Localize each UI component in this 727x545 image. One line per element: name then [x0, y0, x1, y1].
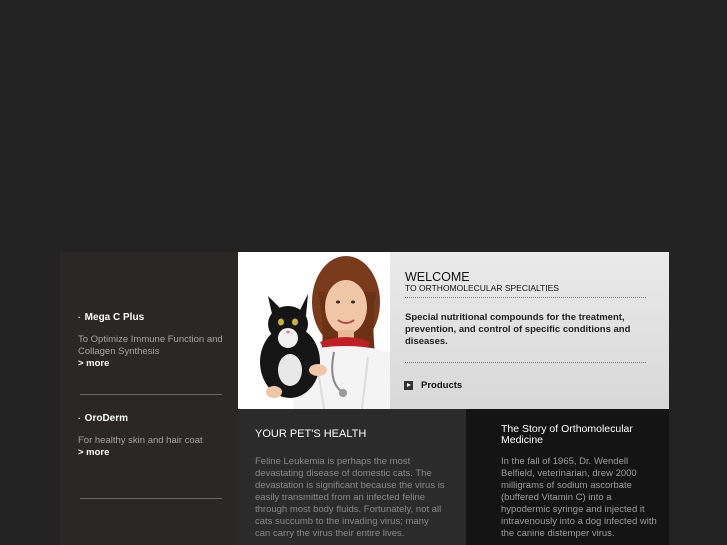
sidebar-item-description: To Optimize Immune Function and Collagen… [78, 334, 223, 357]
sidebar-item-title[interactable]: OroDerm [85, 413, 128, 424]
pets-health-section: YOUR PET'S HEALTH Feline Leukemia is per… [238, 409, 466, 545]
sidebar: · Mega C Plus To Optimize Immune Function… [60, 252, 238, 545]
sidebar-item-oroderm[interactable]: · OroDerm For healthy skin and hair coat … [78, 412, 228, 459]
products-link[interactable]: Products [404, 380, 462, 391]
section-title[interactable]: The Story of Orthomolecular Medicine [501, 424, 666, 446]
hero-photo-vet-with-cat [238, 252, 390, 409]
welcome-subtitle: TO ORTHOMOLECULAR SPECIALTIES [405, 283, 559, 293]
section-text: In the fall of 1965, Dr. Wendell Belfiel… [501, 456, 657, 539]
divider [80, 498, 222, 499]
section-text: Feline Leukemia is perhaps the most deva… [255, 456, 445, 539]
sidebar-item-title[interactable]: Mega C Plus [85, 312, 144, 323]
play-arrow-icon [404, 381, 413, 390]
sidebar-item-description: For healthy skin and hair coat [78, 435, 203, 446]
more-link[interactable]: > more [78, 358, 228, 370]
bullet-icon: · [78, 313, 81, 322]
products-label[interactable]: Products [421, 380, 462, 391]
bullet-icon: · [78, 414, 81, 423]
vet-cat-illustration [238, 252, 390, 409]
dotted-divider [405, 297, 646, 298]
welcome-title: WELCOME [405, 270, 470, 284]
dotted-divider [405, 362, 646, 363]
sidebar-item-mega-c-plus[interactable]: · Mega C Plus To Optimize Immune Function… [78, 311, 228, 370]
welcome-panel: WELCOME TO ORTHOMOLECULAR SPECIALTIES Sp… [390, 252, 669, 409]
section-title: YOUR PET'S HEALTH [255, 428, 367, 440]
more-link[interactable]: > more [78, 447, 228, 459]
welcome-description: Special nutritional compounds for the tr… [405, 312, 631, 347]
divider [80, 394, 222, 395]
story-section: The Story of Orthomolecular Medicine In … [466, 409, 669, 545]
